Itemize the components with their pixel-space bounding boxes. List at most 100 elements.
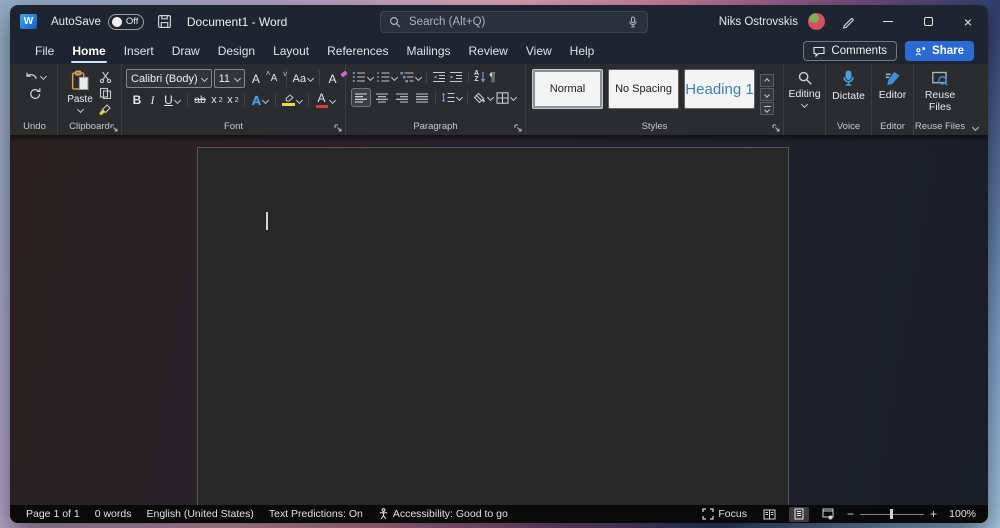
web-layout-button[interactable] [818,507,838,522]
document-page[interactable] [197,147,789,505]
print-layout-button[interactable] [788,506,809,522]
italic-button[interactable]: I [146,94,159,106]
save-icon[interactable] [157,14,172,29]
zoom-in-button[interactable]: + [930,508,937,520]
tab-layout[interactable]: Layout [264,38,318,64]
tab-design[interactable]: Design [209,38,264,64]
bold-button[interactable]: B [130,94,144,106]
share-button[interactable]: Share [905,41,974,61]
tab-insert[interactable]: Insert [115,38,163,64]
maximize-button[interactable] [908,5,948,38]
style-heading-1[interactable]: Heading 1 [684,69,755,109]
tab-file[interactable]: File [26,38,63,64]
styles-scroll-down-button[interactable] [760,88,774,101]
align-center-button[interactable] [373,92,390,103]
paste-button[interactable]: Paste [64,68,96,120]
styles-scroll-up-button[interactable] [760,74,774,87]
font-color-button[interactable]: A [313,92,337,108]
shrink-font-button[interactable]: A ˅ [266,70,288,84]
align-left-button[interactable] [352,89,370,106]
sort-button[interactable]: AZ [474,70,486,84]
ribbon-group-editor: Editor Editor [872,64,914,135]
subscript-button[interactable]: x2 [210,94,224,106]
font-family-select[interactable]: Calibri (Body) [126,69,212,88]
tab-references[interactable]: References [318,38,397,64]
font-size-select[interactable]: 11 [213,69,246,88]
ribbon-group-styles: Normal No Spacing Heading 1 Styles [526,64,784,135]
user-name[interactable]: Niks Ostrovskis [719,16,798,28]
justify-button[interactable] [413,92,430,103]
tab-draw[interactable]: Draw [163,38,209,64]
zoom-level[interactable]: 100% [946,508,976,520]
style-normal[interactable]: Normal [532,69,603,109]
cut-button[interactable] [98,71,112,83]
bullets-button[interactable] [352,71,375,83]
undo-button[interactable] [24,70,47,82]
tab-help[interactable]: Help [561,38,604,64]
zoom-slider-handle[interactable] [889,509,893,519]
zoom-slider[interactable] [859,508,924,520]
autosave-control[interactable]: AutoSave Off [51,13,144,30]
tab-view[interactable]: View [517,38,561,64]
editing-button[interactable]: Editing [784,64,825,120]
collapse-ribbon-icon[interactable] [971,123,980,132]
comments-button[interactable]: Comments [803,41,898,61]
search-mic-icon[interactable] [627,15,639,29]
read-mode-button[interactable] [760,507,780,522]
styles-dialog-launcher[interactable] [772,124,780,132]
shading-button[interactable] [473,92,495,104]
styles-gallery-more-button[interactable] [760,102,774,115]
text-effects-button[interactable]: A [249,93,271,108]
toggle-knob-icon [111,16,122,27]
share-icon [915,46,926,56]
redo-button[interactable] [28,87,41,100]
reuse-files-button[interactable]: Reuse Files [914,64,966,120]
ink-pen-icon[interactable] [841,14,856,29]
language-indicator[interactable]: English (United States) [146,508,253,520]
tab-review[interactable]: Review [460,38,517,64]
format-painter-button[interactable] [98,104,112,117]
undo-dropdown-icon[interactable] [39,72,47,80]
word-count[interactable]: 0 words [95,508,132,520]
editor-button[interactable]: Editor [872,64,913,120]
paste-dropdown-icon[interactable] [76,105,84,114]
dictate-button[interactable]: Dictate [826,64,871,120]
decrease-indent-button[interactable] [432,71,446,83]
copy-button[interactable] [98,87,112,100]
close-button[interactable]: × [948,5,988,38]
grow-font-button[interactable]: A ˄ [247,69,271,86]
superscript-button[interactable]: x2 [226,94,240,106]
paragraph-dialog-launcher[interactable] [514,124,522,132]
multilevel-list-button[interactable] [400,71,423,83]
clipboard-dialog-launcher[interactable] [110,124,118,132]
strikethrough-button[interactable]: ab [192,94,208,106]
word-logo-icon[interactable]: W [20,14,37,29]
focus-mode-button[interactable]: Focus [702,508,747,520]
numbering-button[interactable] [376,71,399,83]
tab-mailings[interactable]: Mailings [397,38,459,64]
underline-button[interactable]: U [161,94,183,106]
highlighter-icon [282,94,295,106]
zoom-out-button[interactable]: − [847,508,854,520]
autosave-toggle[interactable]: Off [107,13,144,30]
line-spacing-button[interactable] [441,92,464,103]
paragraph-group-label: Paragraph [413,121,458,132]
show-formatting-button[interactable]: ¶ [489,70,495,84]
search-box[interactable]: Search (Alt+Q) [380,11,648,33]
style-no-spacing[interactable]: No Spacing [608,69,679,109]
user-avatar[interactable] [808,13,825,30]
page-indicator[interactable]: Page 1 of 1 [26,508,80,520]
highlight-color-button[interactable] [280,94,304,106]
tab-home[interactable]: Home [63,38,114,64]
font-dialog-launcher[interactable] [334,124,342,132]
sort-arrow-icon [480,71,486,82]
text-predictions[interactable]: Text Predictions: On [269,508,363,520]
increase-indent-button[interactable] [449,71,463,83]
align-right-button[interactable] [393,92,410,103]
accessibility-status[interactable]: Accessibility: Good to go [378,508,508,520]
minimize-button[interactable] [868,5,908,38]
change-case-button[interactable]: Aa [290,73,315,85]
reuse-files-group-label: Reuse Files [914,121,966,132]
clear-formatting-button[interactable]: A [324,70,348,86]
borders-button[interactable] [496,91,518,104]
